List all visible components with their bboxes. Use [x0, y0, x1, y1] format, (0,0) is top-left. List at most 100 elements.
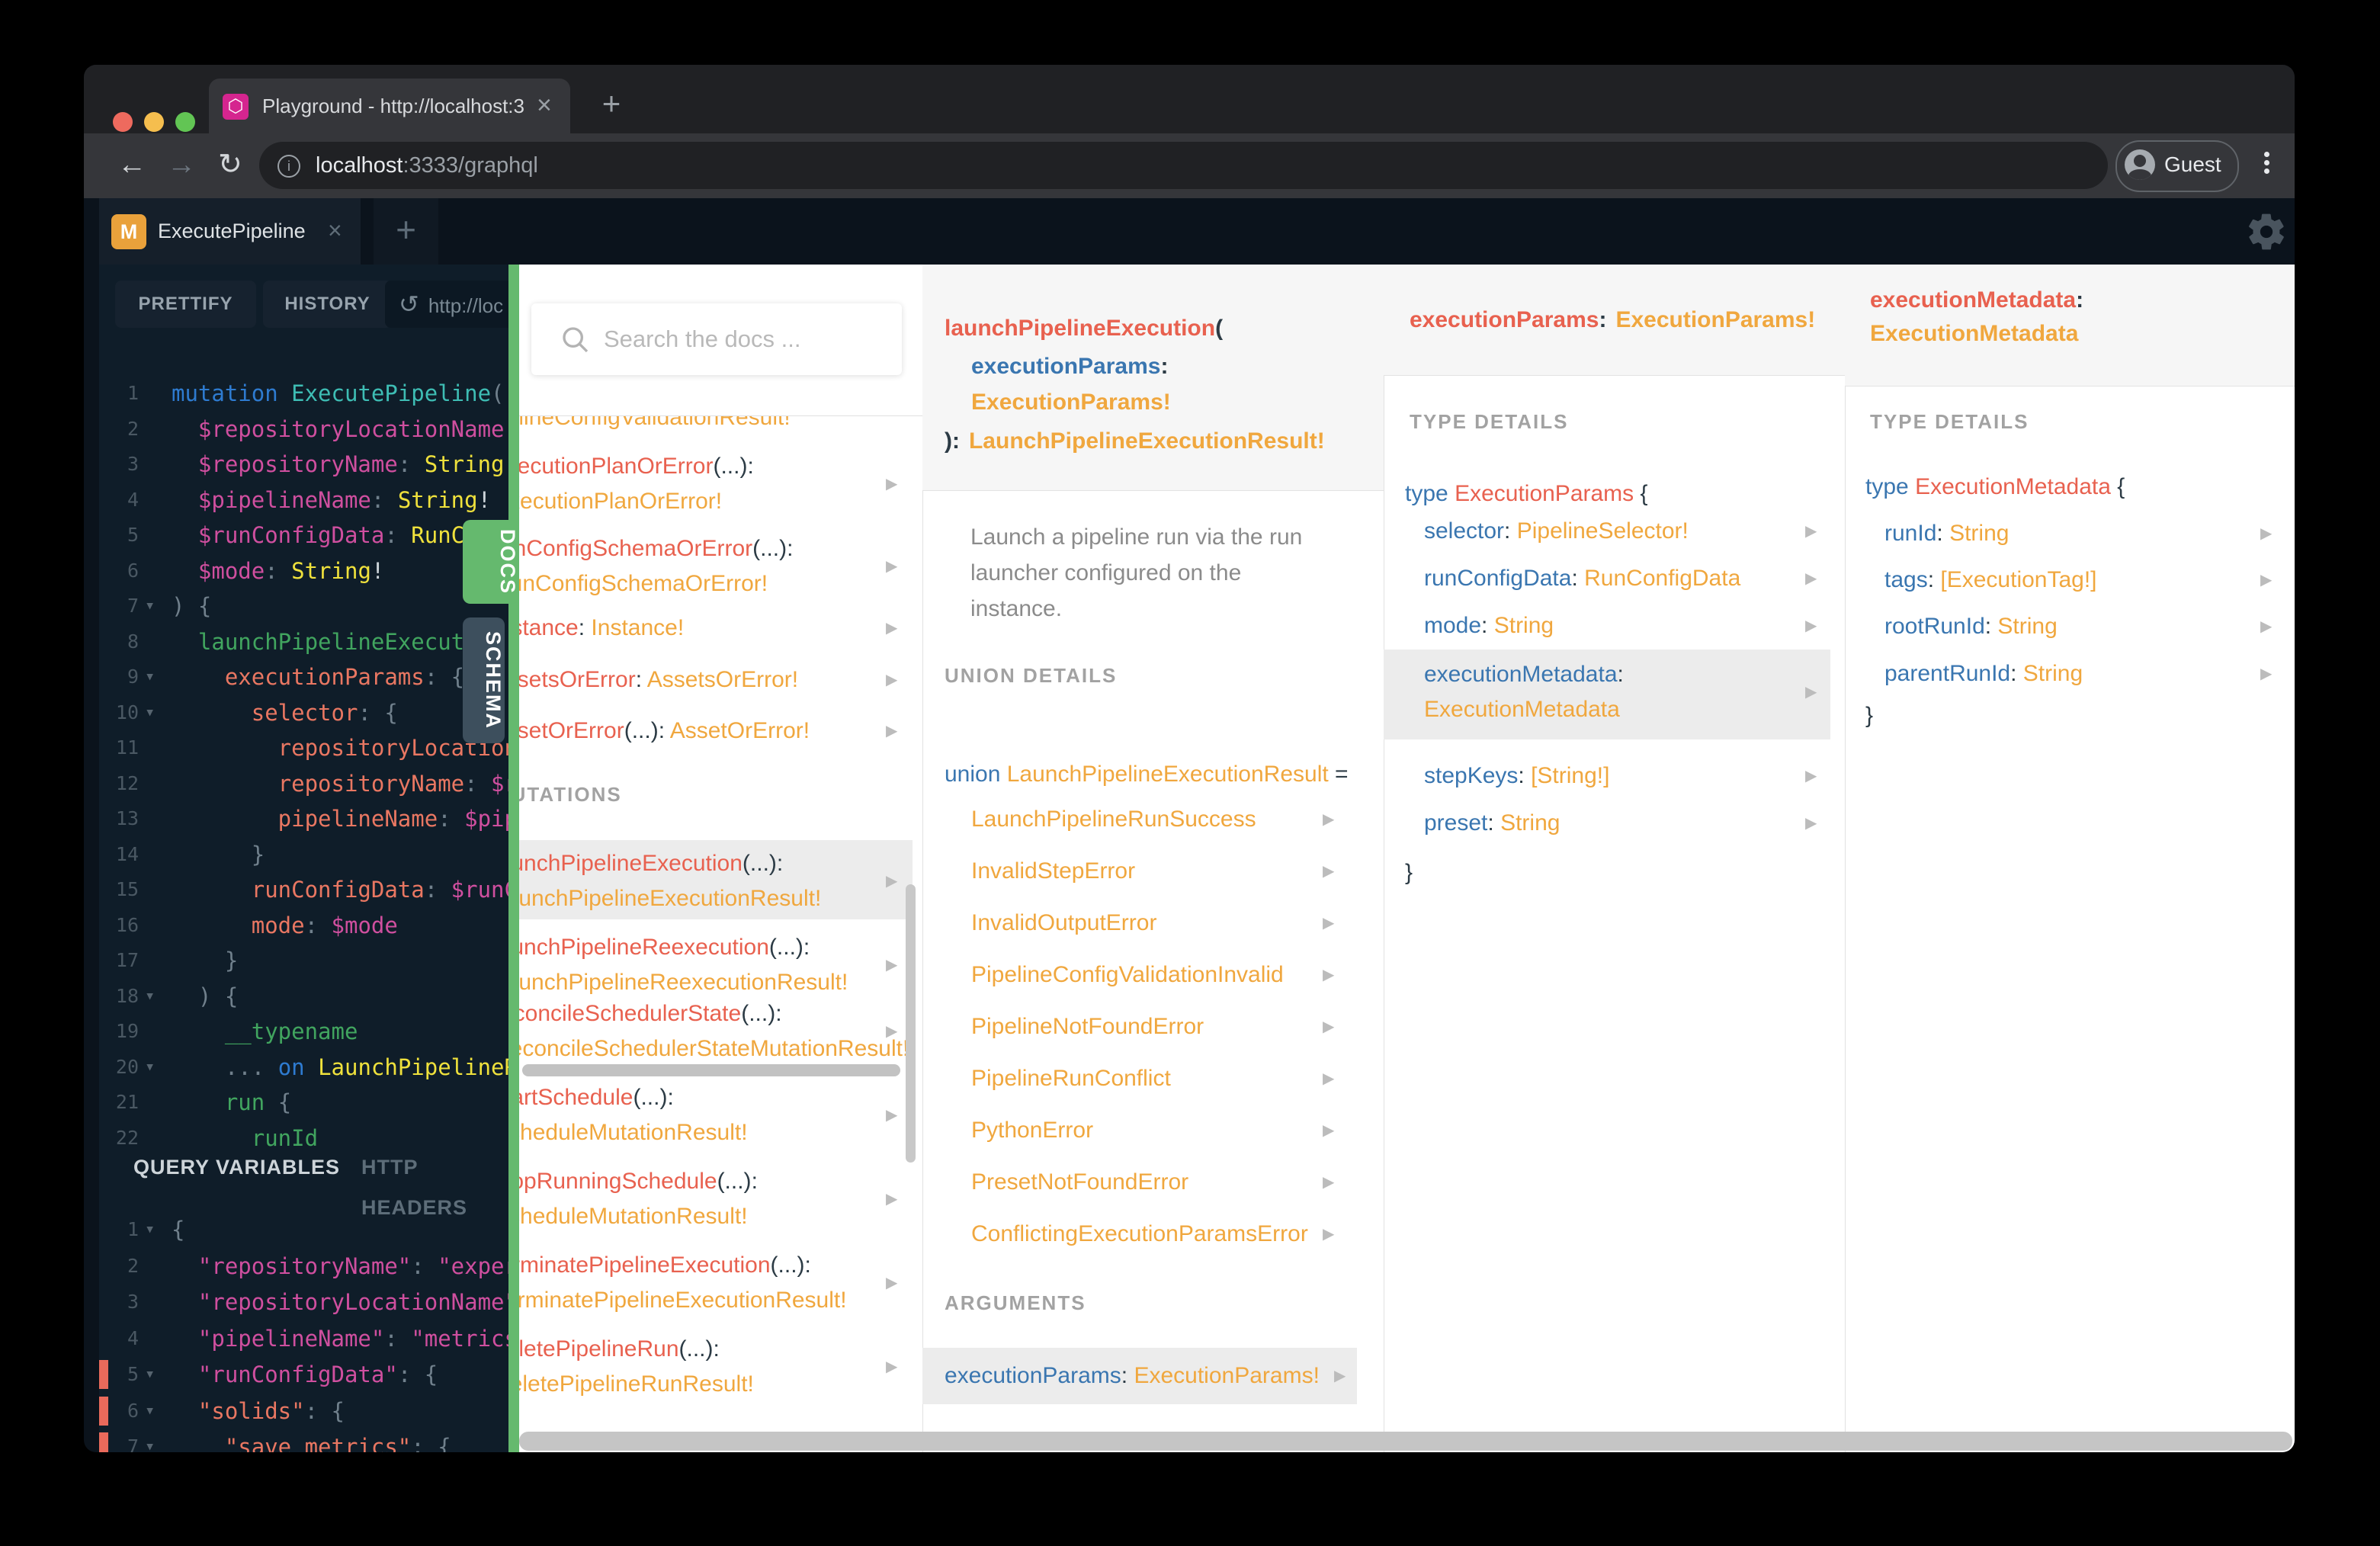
expand-arrow-icon[interactable]: ▶ — [1323, 804, 1334, 835]
docs-horizontal-scrollbar[interactable] — [519, 1432, 2292, 1451]
profile-button[interactable]: Guest — [2115, 140, 2239, 192]
browser-tab[interactable]: ⬡ Playground - http://localhost:3 × — [209, 79, 570, 133]
docs-item-text: instance: Instance! — [519, 615, 685, 640]
expand-arrow-icon[interactable]: ▶ — [886, 866, 897, 896]
expand-arrow-icon[interactable]: ▶ — [886, 613, 897, 643]
field-row[interactable]: runConfigData: RunConfigData — [1424, 561, 1740, 596]
back-icon[interactable]: ← — [117, 133, 146, 198]
expand-arrow-icon[interactable]: ▶ — [1805, 677, 1817, 707]
horizontal-scrollbar[interactable] — [522, 1064, 900, 1076]
site-info-icon[interactable]: i — [277, 155, 300, 178]
field-row[interactable]: selector: PipelineSelector! — [1424, 514, 1689, 549]
forward-icon[interactable]: → — [167, 133, 196, 198]
type-title-band: executionParams: ExecutionParams! — [1384, 265, 1845, 376]
playground-content: PRETTIFY HISTORY ↺ http://loc 1 mutation E… — [84, 265, 2295, 1452]
vertical-scrollbar[interactable] — [906, 884, 916, 1163]
docs-edge-strip — [508, 265, 519, 1452]
field-row[interactable]: parentRunId: String — [1884, 656, 2083, 691]
docs-item-text: RunConfigSchemaOrError! — [519, 571, 768, 596]
union-member[interactable]: ConflictingExecutionParamsError — [971, 1217, 1308, 1252]
browser-menu-icon[interactable] — [2263, 149, 2270, 184]
expand-arrow-icon[interactable]: ▶ — [2260, 611, 2272, 642]
expand-arrow-icon[interactable]: ▶ — [1334, 1361, 1346, 1391]
expand-arrow-icon[interactable]: ▶ — [1805, 761, 1817, 791]
fold-arrow-icon[interactable]: ▾ — [145, 1357, 155, 1392]
search-icon — [563, 327, 589, 353]
variables-line: 4 "pipelineName": "metrics — [99, 1321, 508, 1356]
query-editor-pane[interactable]: PRETTIFY HISTORY ↺ http://loc 1 mutation E… — [99, 265, 508, 1452]
expand-arrow-icon[interactable]: ▶ — [2260, 518, 2272, 549]
expand-arrow-icon[interactable]: ▶ — [2260, 565, 2272, 595]
expand-arrow-icon[interactable]: ▶ — [886, 716, 897, 746]
fold-arrow-icon[interactable]: ▾ — [145, 1394, 155, 1429]
close-window-button[interactable] — [113, 112, 133, 132]
union-member[interactable]: LaunchPipelineRunSuccess — [971, 802, 1256, 837]
docs-item-text: assetOrError(...): AssetOrError! — [519, 718, 810, 743]
expand-arrow-icon[interactable]: ▶ — [1323, 856, 1334, 887]
union-member[interactable]: PipelineNotFoundError — [971, 1009, 1204, 1044]
minimize-window-button[interactable] — [144, 112, 164, 132]
docs-item-text: LaunchPipelineExecutionResult! — [519, 886, 822, 911]
docs-search-input[interactable]: Search the docs ... — [531, 303, 902, 375]
tab-schema[interactable]: SCHEMA — [463, 617, 505, 743]
expand-arrow-icon[interactable]: ▶ — [1323, 1219, 1334, 1249]
expand-arrow-icon[interactable]: ▶ — [886, 1016, 897, 1047]
expand-arrow-icon[interactable]: ▶ — [886, 551, 897, 582]
expand-arrow-icon[interactable]: ▶ — [1805, 611, 1817, 641]
settings-gear-icon[interactable] — [2245, 210, 2288, 253]
field-row[interactable]: executionMetadata: — [1424, 657, 1624, 692]
docs-item-text: DeletePipelineRunResult! — [519, 1371, 754, 1397]
expand-arrow-icon[interactable]: ▶ — [886, 1352, 897, 1382]
expand-arrow-icon[interactable]: ▶ — [1323, 1063, 1334, 1094]
type-details-header: TYPE DETAILS — [1870, 410, 2029, 433]
variables-line: 3 "repositoryLocationName": — [99, 1285, 508, 1320]
zoom-window-button[interactable] — [175, 112, 195, 132]
close-tab-icon[interactable]: × — [537, 79, 552, 133]
expand-arrow-icon[interactable]: ▶ — [1805, 516, 1817, 547]
expand-arrow-icon[interactable]: ▶ — [1323, 1012, 1334, 1042]
reload-icon[interactable]: ↻ — [218, 133, 242, 198]
docs-item-text: ReconcileSchedulerStateMutationResult! — [519, 1036, 909, 1061]
union-member[interactable]: PipelineRunConflict — [971, 1061, 1171, 1096]
docs-search-header: Search the docs ... — [519, 265, 922, 416]
field-row[interactable]: tags: [ExecutionTag!] — [1884, 563, 2097, 598]
field-row[interactable]: preset: String — [1424, 806, 1560, 841]
expand-arrow-icon[interactable]: ▶ — [1323, 1167, 1334, 1198]
union-member[interactable]: PresetNotFoundError — [971, 1165, 1188, 1200]
docs-column-type-executionmetadata: executionMetadata: ExecutionMetadata TYP… — [1845, 265, 2295, 1452]
union-member[interactable]: PythonError — [971, 1113, 1093, 1148]
field-row[interactable]: runId: String — [1884, 516, 2009, 551]
expand-arrow-icon[interactable]: ▶ — [1323, 960, 1334, 990]
expand-arrow-icon[interactable]: ▶ — [886, 1184, 897, 1214]
expand-arrow-icon[interactable]: ▶ — [2260, 659, 2272, 689]
variables-editor-lines[interactable]: 1▾{2 "repositoryName": "exper3 "reposito… — [99, 265, 508, 1452]
union-details-header: UNION DETAILS — [945, 664, 1118, 687]
tab-docs[interactable]: DOCS — [463, 520, 519, 604]
session-tab[interactable]: M ExecutePipeline × — [99, 198, 361, 265]
union-member[interactable]: InvalidStepError — [971, 854, 1135, 889]
expand-arrow-icon[interactable]: ▶ — [886, 665, 897, 695]
new-session-button[interactable]: + — [374, 198, 438, 265]
expand-arrow-icon[interactable]: ▶ — [886, 950, 897, 980]
field-row[interactable]: mode: String — [1424, 608, 1554, 643]
new-tab-button[interactable]: + — [589, 79, 634, 133]
expand-arrow-icon[interactable]: ▶ — [886, 1268, 897, 1298]
type-close-brace: } — [1405, 860, 1413, 885]
fold-arrow-icon[interactable]: ▾ — [145, 1429, 155, 1452]
expand-arrow-icon[interactable]: ▶ — [886, 1100, 897, 1131]
address-bar[interactable]: i localhost:3333/graphql — [259, 142, 2108, 189]
browser-tab-title: Playground - http://localhost:3 — [262, 95, 524, 117]
union-member[interactable]: InvalidOutputError — [971, 906, 1156, 941]
docs-item-text: launchPipelineExecution(...): — [519, 851, 784, 876]
field-row[interactable]: stepKeys: [String!] — [1424, 759, 1609, 794]
close-session-icon[interactable]: × — [328, 198, 342, 265]
expand-arrow-icon[interactable]: ▶ — [1805, 808, 1817, 839]
expand-arrow-icon[interactable]: ▶ — [1323, 908, 1334, 938]
field-row[interactable]: rootRunId: String — [1884, 609, 2058, 644]
union-member[interactable]: PipelineConfigValidationInvalid — [971, 957, 1284, 993]
expand-arrow-icon[interactable]: ▶ — [1805, 563, 1817, 594]
expand-arrow-icon[interactable]: ▶ — [1323, 1115, 1334, 1146]
fold-arrow-icon[interactable]: ▾ — [145, 1212, 155, 1247]
field-signature-band: launchPipelineExecution( executionParams… — [922, 265, 1384, 491]
expand-arrow-icon[interactable]: ▶ — [886, 469, 897, 499]
